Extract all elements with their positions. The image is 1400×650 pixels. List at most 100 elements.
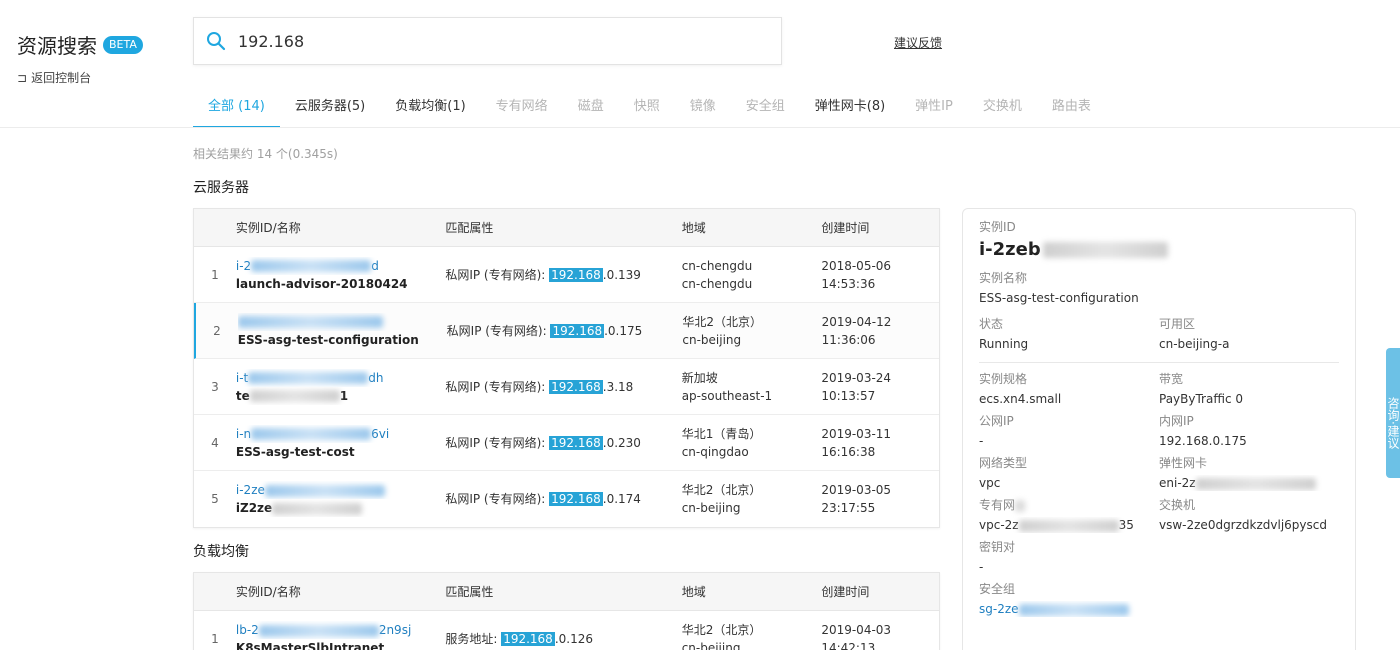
col-match: 匹配属性 <box>445 585 494 599</box>
detail-keypair-value: - <box>979 560 984 574</box>
tab-11: 路由表 <box>1051 99 1091 114</box>
table-header: 实例ID/名称 匹配属性 地域 创建时间 <box>194 209 939 247</box>
detail-vswitch-label: 交换机 <box>1159 498 1196 512</box>
detail-status-label: 状态 <box>979 317 1004 331</box>
return-icon: ⊐ <box>17 70 28 85</box>
instance-detail-panel: 实例ID i-2zeb 实例名称 ESS-asg-test-configurat… <box>962 208 1356 650</box>
detail-zone-value: cn-beijing-a <box>1159 337 1230 351</box>
col-id: 实例ID/名称 <box>235 585 301 599</box>
match-highlight: 192.168 <box>501 632 555 646</box>
instance-name: launch-advisor-20180424 <box>235 276 408 291</box>
search-input[interactable] <box>238 31 738 51</box>
detail-keypair-label: 密钥对 <box>979 540 1016 554</box>
match-highlight: 192.168 <box>549 492 603 506</box>
instance-name: te 1 <box>235 388 349 403</box>
created-time-cell: 2019-04-03 14:42:13 <box>821 623 892 650</box>
detail-vpc-value: vpc-2z 35 <box>979 518 1134 532</box>
table-row[interactable]: 3 i-t dh te 1 私网IP (专有网络): 192.168.3.18 新加坡 ap-… <box>194 359 939 415</box>
row-index: 1 <box>211 267 219 282</box>
tab-1[interactable]: 云服务器(5) <box>280 88 380 128</box>
instance-name: iZ2ze <box>236 499 445 517</box>
detail-eni-value: eni-2z <box>1159 475 1339 491</box>
table-row[interactable]: 5 i-2ze iZ2ze 私网IP (专有网络): 192.168.0.174 华北2… <box>194 471 939 527</box>
match-highlight: 192.168 <box>549 267 603 282</box>
detail-security-group-link[interactable]: sg-2ze <box>979 601 1339 617</box>
region-cell: 华北1（青岛） cn-qingdao <box>681 426 762 459</box>
search-box <box>193 17 782 65</box>
instance-id-link[interactable]: i-n 6vi <box>236 425 445 443</box>
row-index: 3 <box>211 379 219 394</box>
match-highlight: 192.168 <box>549 435 603 450</box>
match-highlight: 192.168 <box>549 379 603 394</box>
col-id: 实例ID/名称 <box>235 221 301 235</box>
table-row[interactable]: 2 ESS-asg-test-configuration 私网IP (专有网络): … <box>194 303 939 359</box>
tab-7: 安全组 <box>745 99 785 114</box>
detail-id-label: 实例ID <box>979 220 1016 234</box>
region-cell: 华北2（北京） cn-beijing <box>682 314 763 347</box>
row-index: 4 <box>211 435 219 450</box>
instance-id-link[interactable]: i-2 d <box>236 257 445 275</box>
region-cell: cn-chengdu cn-chengdu <box>681 258 753 291</box>
instance-name: K8sMasterSlbIntranet <box>235 641 385 650</box>
detail-status-value: Running <box>979 337 1029 351</box>
brand: 资源搜索 BETA ⊐ 返回控制台 <box>17 30 143 86</box>
col-region: 地域 <box>681 585 706 599</box>
tab-3: 专有网络 <box>495 99 548 114</box>
match-attribute: 私网IP (专有网络): 192.168.0.174 <box>445 492 641 506</box>
tab-2[interactable]: 负载均衡(1) <box>380 88 480 128</box>
col-region: 地域 <box>681 221 706 235</box>
row-index: 2 <box>213 323 221 338</box>
detail-network-type-value: vpc <box>979 476 1001 490</box>
page-title: 资源搜索 <box>17 34 97 58</box>
instance-id-link[interactable]: i-t dh <box>236 369 445 387</box>
row-index: 1 <box>211 632 219 646</box>
row-index: 5 <box>211 492 219 506</box>
detail-eni-label: 弹性网卡 <box>1159 456 1208 470</box>
match-attribute: 私网IP (专有网络): 192.168.0.175 <box>446 323 643 338</box>
detail-public-ip-label: 公网IP <box>979 414 1014 428</box>
tab-10: 交换机 <box>982 99 1022 114</box>
result-tabs: 全部 (14) 云服务器(5) 负载均衡(1) 专有网络 磁盘 快照 镜像 安全组 弹性网卡(8… <box>193 88 1106 128</box>
detail-bandwidth-label: 带宽 <box>1159 372 1184 386</box>
instance-name: ESS-asg-test-cost <box>235 444 355 459</box>
region-cell: 华北2（北京） cn-beijing <box>681 623 762 650</box>
created-time-cell: 2018-05-06 14:53:36 <box>821 258 892 291</box>
created-time-cell: 2019-03-24 10:13:57 <box>821 370 892 403</box>
section-title-slb: 负载均衡 <box>193 544 249 560</box>
detail-zone-label: 可用区 <box>1159 317 1196 331</box>
match-highlight: 192.168 <box>550 323 605 338</box>
consult-feedback-tab[interactable]: 咨询·建议 <box>1386 348 1400 478</box>
tab-0[interactable]: 全部 (14) <box>193 88 280 128</box>
detail-vpc-label: 专有网 <box>979 497 1159 513</box>
match-attribute: 私网IP (专有网络): 192.168.0.230 <box>445 435 641 450</box>
instance-id-link[interactable] <box>237 313 447 331</box>
table-row[interactable]: 1 i-2 d launch-advisor-20180424 私网IP (专有网络):… <box>194 247 939 303</box>
table-row[interactable]: 1 lb-2 2n9sj K8sMasterSlbIntranet 服务地址: 192.… <box>194 611 939 650</box>
tab-5: 快照 <box>633 99 660 114</box>
detail-vswitch-value: vsw-2ze0dgrzdkzdvlj6pyscd <box>1159 518 1327 532</box>
col-time: 创建时间 <box>821 585 870 599</box>
region-cell: 新加坡 ap-southeast-1 <box>681 370 773 403</box>
match-attribute: 私网IP (专有网络): 192.168.3.18 <box>445 379 634 394</box>
table-row[interactable]: 4 i-n 6vi ESS-asg-test-cost 私网IP (专有网络): 192… <box>194 415 939 471</box>
instance-id-link[interactable]: lb-2 2n9sj <box>236 621 445 639</box>
slb-table: 实例ID/名称 匹配属性 地域 创建时间 1 lb-2 2n9sj K8sMaster… <box>193 572 940 650</box>
section-title-ecs: 云服务器 <box>193 180 249 196</box>
instance-id-link[interactable]: i-2ze <box>236 481 445 499</box>
feedback-link[interactable]: 建议反馈 <box>894 34 942 51</box>
back-to-console-link[interactable]: ⊐ 返回控制台 <box>17 69 143 86</box>
detail-public-ip-value: - <box>979 434 984 448</box>
instance-name: ESS-asg-test-configuration <box>237 332 419 347</box>
tab-8[interactable]: 弹性网卡(8) <box>800 88 900 128</box>
col-match: 匹配属性 <box>445 221 494 235</box>
ecs-table: 实例ID/名称 匹配属性 地域 创建时间 1 i-2 d launch-advisor… <box>193 208 940 528</box>
detail-spec-value: ecs.xn4.small <box>979 392 1062 406</box>
detail-private-ip-value: 192.168.0.175 <box>1159 434 1247 448</box>
tab-4: 磁盘 <box>577 99 604 114</box>
detail-name-value: ESS-asg-test-configuration <box>979 291 1139 305</box>
region-cell: 华北2（北京） cn-beijing <box>681 483 762 515</box>
table-header: 实例ID/名称 匹配属性 地域 创建时间 <box>194 573 939 611</box>
detail-id-value: i-2zeb <box>979 239 1339 260</box>
created-time-cell: 2019-04-12 11:36:06 <box>821 314 892 347</box>
detail-network-type-label: 网络类型 <box>979 456 1028 470</box>
